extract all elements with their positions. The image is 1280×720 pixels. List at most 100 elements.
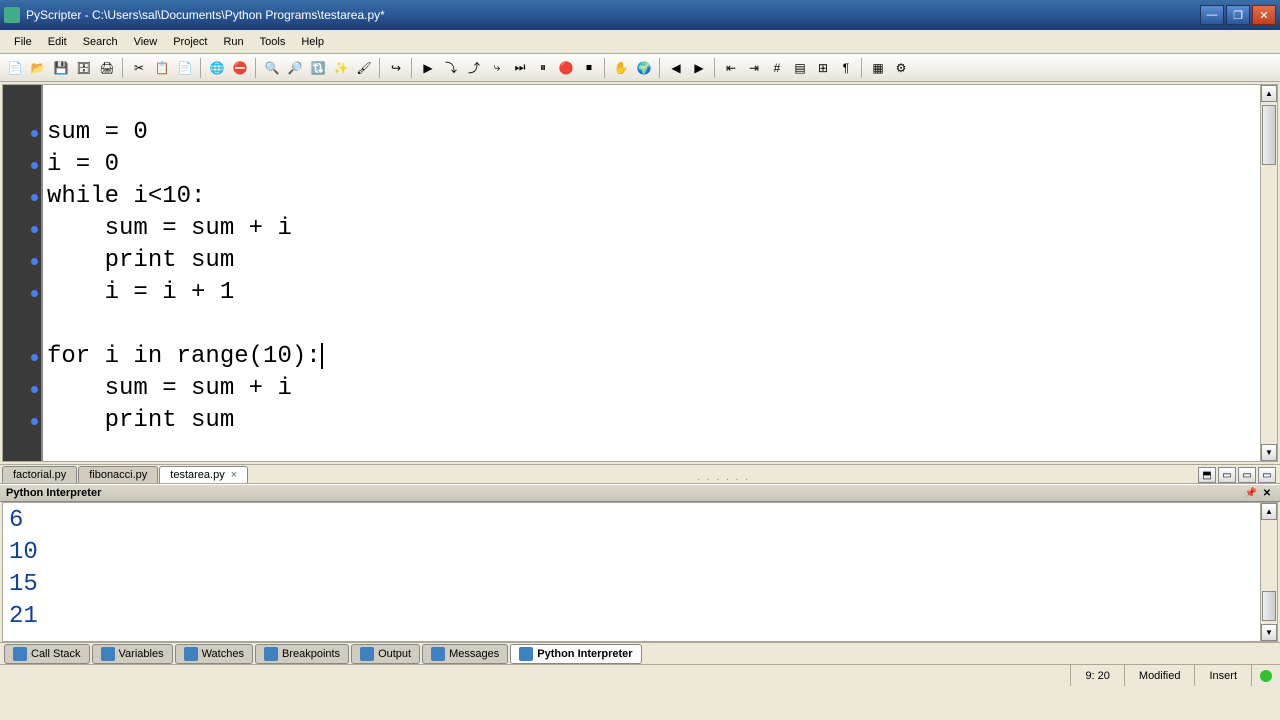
paragraph-button[interactable]: ¶: [835, 57, 857, 79]
code-line[interactable]: while i<10:: [47, 181, 1256, 213]
new-file-button[interactable]: 📄: [4, 57, 26, 79]
scroll-down-icon[interactable]: ▼: [1261, 624, 1277, 641]
goto-button[interactable]: ↪: [385, 57, 407, 79]
code-line[interactable]: sum = 0: [47, 117, 1256, 149]
open-file-button[interactable]: 📂: [27, 57, 49, 79]
copy-button[interactable]: 📋: [151, 57, 173, 79]
step-into-button[interactable]: ⤵: [440, 57, 462, 79]
toolbar: 📄📂💾🗄🖨✂📋📄🌐⛔🔍🔎🔃✨🖌↪▶⤵⤴⤷⏭⏸🔴⏹✋🌍◀▶⇤⇥#▤⊞¶▦⚙: [0, 54, 1280, 82]
scroll-up-icon[interactable]: ▲: [1261, 85, 1277, 102]
pin-icon[interactable]: 📌: [1244, 486, 1258, 500]
hash-button[interactable]: #: [766, 57, 788, 79]
bottom-tab-python-interpreter[interactable]: Python Interpreter: [510, 644, 641, 664]
interpreter-panel-header: Python Interpreter 📌 ✕: [0, 484, 1280, 502]
hand-button[interactable]: ✋: [610, 57, 632, 79]
code-line[interactable]: [47, 309, 1256, 341]
code-line[interactable]: i = 0: [47, 149, 1256, 181]
forward-button[interactable]: ▶: [688, 57, 710, 79]
editor-tab[interactable]: fibonacci.py: [78, 466, 158, 483]
bottom-tab-watches[interactable]: Watches: [175, 644, 253, 664]
menu-tools[interactable]: Tools: [252, 33, 294, 51]
bottom-tab-breakpoints[interactable]: Breakpoints: [255, 644, 349, 664]
indent-button[interactable]: ⇥: [743, 57, 765, 79]
maximize-button[interactable]: ❐: [1226, 5, 1250, 25]
code-editor[interactable]: sum = 0i = 0while i<10: sum = sum + i pr…: [2, 84, 1278, 462]
code-line[interactable]: for i in range(10):: [47, 341, 1256, 373]
editor-gutter: [3, 85, 43, 461]
save-all-button[interactable]: 🗄: [73, 57, 95, 79]
scroll-thumb[interactable]: [1262, 591, 1276, 621]
editor-tab[interactable]: factorial.py: [2, 466, 77, 483]
code-line[interactable]: print sum: [47, 405, 1256, 437]
tab-icon: [101, 647, 115, 661]
tabstrip-button-2[interactable]: ▭: [1238, 467, 1256, 483]
minimize-button[interactable]: —: [1200, 5, 1224, 25]
menu-run[interactable]: Run: [215, 33, 251, 51]
bottom-tab-output[interactable]: Output: [351, 644, 420, 664]
scroll-down-icon[interactable]: ▼: [1261, 444, 1277, 461]
bottom-tab-call-stack[interactable]: Call Stack: [4, 644, 90, 664]
stop-browser-button[interactable]: ⛔: [229, 57, 251, 79]
editor-tab[interactable]: testarea.py×: [159, 466, 248, 483]
bottom-tab-messages[interactable]: Messages: [422, 644, 508, 664]
list-button[interactable]: ▤: [789, 57, 811, 79]
code-line[interactable]: i = i + 1: [47, 277, 1256, 309]
panel-close-icon[interactable]: ✕: [1260, 486, 1274, 500]
breakpoint-button[interactable]: 🔴: [555, 57, 577, 79]
print-button[interactable]: 🖨: [96, 57, 118, 79]
code-line[interactable]: [47, 85, 1256, 117]
bottom-tab-strip: Call StackVariablesWatchesBreakpointsOut…: [0, 642, 1280, 664]
menu-bar: FileEditSearchViewProjectRunToolsHelp: [0, 30, 1280, 54]
code-line[interactable]: print sum: [47, 245, 1256, 277]
stop2-button[interactable]: ⏹: [578, 57, 600, 79]
grid-button[interactable]: ▦: [867, 57, 889, 79]
menu-file[interactable]: File: [6, 33, 40, 51]
tab-close-icon[interactable]: ×: [231, 469, 237, 481]
brush-button[interactable]: 🖌: [353, 57, 375, 79]
menu-view[interactable]: View: [126, 33, 166, 51]
close-button[interactable]: ✕: [1252, 5, 1276, 25]
outdent-button[interactable]: ⇤: [720, 57, 742, 79]
menu-project[interactable]: Project: [165, 33, 215, 51]
scroll-thumb[interactable]: [1262, 105, 1276, 165]
code-line[interactable]: sum = sum + i: [47, 373, 1256, 405]
step-out-button[interactable]: ⤷: [486, 57, 508, 79]
find-next-button[interactable]: 🔎: [284, 57, 306, 79]
scroll-up-icon[interactable]: ▲: [1261, 503, 1277, 520]
play-button[interactable]: ▶: [417, 57, 439, 79]
app-icon: [4, 7, 20, 23]
format-button[interactable]: ⊞: [812, 57, 834, 79]
find-button[interactable]: 🔍: [261, 57, 283, 79]
paste-button[interactable]: 📄: [174, 57, 196, 79]
globe-button[interactable]: 🌍: [633, 57, 655, 79]
menu-help[interactable]: Help: [293, 33, 332, 51]
menu-edit[interactable]: Edit: [40, 33, 75, 51]
tabstrip-button-1[interactable]: ▭: [1218, 467, 1236, 483]
tabstrip-button-0[interactable]: ⬒: [1198, 467, 1216, 483]
save-button[interactable]: 💾: [50, 57, 72, 79]
cut-button[interactable]: ✂: [128, 57, 150, 79]
editor-scrollbar[interactable]: ▲ ▼: [1260, 85, 1277, 461]
run-to-button[interactable]: ⏭: [509, 57, 531, 79]
pause-button[interactable]: ⏸: [532, 57, 554, 79]
code-content[interactable]: sum = 0i = 0while i<10: sum = sum + i pr…: [43, 85, 1260, 461]
menu-search[interactable]: Search: [75, 33, 126, 51]
interpreter-scrollbar[interactable]: ▲ ▼: [1260, 503, 1277, 641]
title-bar: PyScripter - C:\Users\sal\Documents\Pyth…: [0, 0, 1280, 30]
tabstrip-button-3[interactable]: ▭: [1258, 467, 1276, 483]
status-indicator-icon: [1260, 670, 1272, 682]
interpreter-panel[interactable]: 6 10 15 21 ▲ ▼: [2, 502, 1278, 642]
replace-button[interactable]: 🔃: [307, 57, 329, 79]
interpreter-output[interactable]: 6 10 15 21: [3, 503, 1260, 641]
interpreter-title: Python Interpreter: [6, 487, 101, 499]
run-browser-button[interactable]: 🌐: [206, 57, 228, 79]
tab-icon: [184, 647, 198, 661]
window-title: PyScripter - C:\Users\sal\Documents\Pyth…: [26, 8, 1200, 22]
prefs-button[interactable]: ⚙: [890, 57, 912, 79]
cursor-position: 9: 20: [1070, 665, 1123, 686]
highlight-button[interactable]: ✨: [330, 57, 352, 79]
back-button[interactable]: ◀: [665, 57, 687, 79]
bottom-tab-variables[interactable]: Variables: [92, 644, 173, 664]
step-over-button[interactable]: ⤴: [463, 57, 485, 79]
code-line[interactable]: sum = sum + i: [47, 213, 1256, 245]
